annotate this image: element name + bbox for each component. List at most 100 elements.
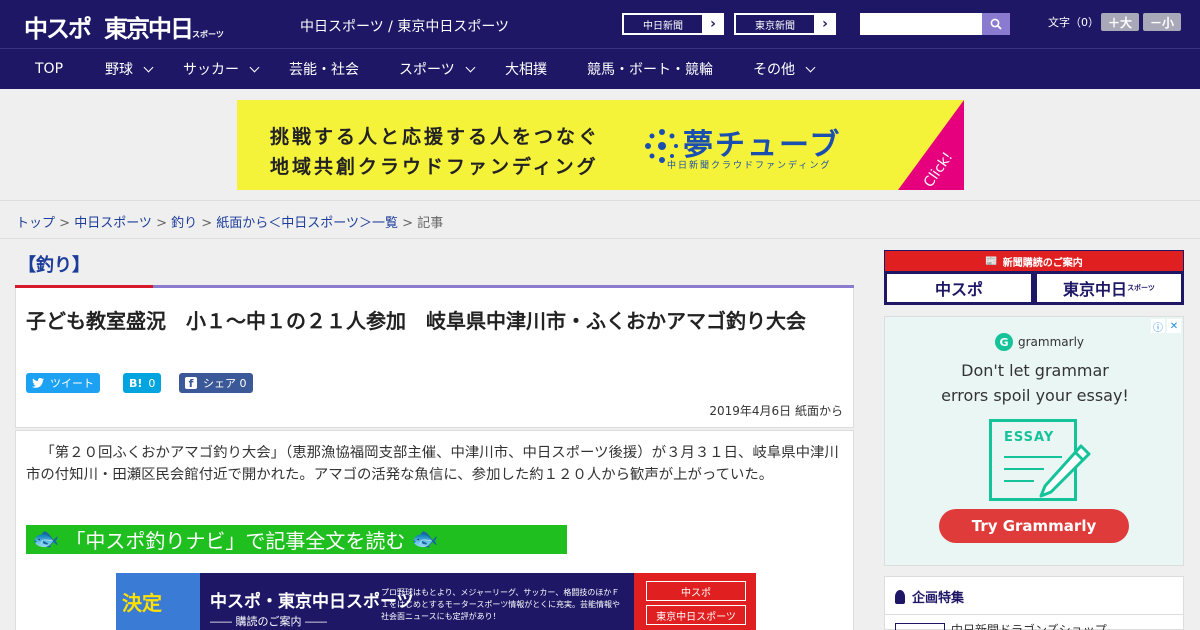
tweet-button[interactable]: ツイート xyxy=(26,373,100,393)
article-header: 子ども教室盛況 小１～中１の２１人参加 岐阜県中津川市・ふくおかアマゴ釣り大会 … xyxy=(15,288,854,428)
chevron-down-icon xyxy=(143,62,154,72)
nav-item-sumo[interactable]: 大相撲 xyxy=(505,49,547,89)
pin-icon xyxy=(895,589,905,604)
hatena-count: 0 xyxy=(148,376,156,390)
sub-banner-description: プロ野球はもとより、メジャーリーグ、サッカー、格闘技のほかＦ１をはじめとするモー… xyxy=(381,588,620,621)
ad-controls: ⓘ ✕ xyxy=(1151,319,1181,334)
banner-line-1: 挑戦する人と応援する人をつなぐ xyxy=(270,126,601,148)
subscription-box: 📰 新聞購読のご案内 中スポ 東京中日 スポーツ xyxy=(884,250,1184,305)
search-button[interactable] xyxy=(982,13,1010,35)
tweet-label: ツイート xyxy=(50,377,94,390)
site-title: 中日スポーツ / 東京中日スポーツ xyxy=(300,19,510,35)
pencil-icon xyxy=(1039,444,1091,498)
facebook-icon: f xyxy=(185,377,197,390)
ad-close-icon[interactable]: ✕ xyxy=(1167,319,1181,333)
nav-item-entertainment[interactable]: 芸能・社会 xyxy=(289,49,359,89)
search-icon xyxy=(990,18,1002,30)
grammarly-logo: G grammarly xyxy=(995,333,1084,351)
font-size-label: 文字（0） xyxy=(1048,16,1099,29)
main-nav: TOP 野球 サッカー 芸能・社会 スポーツ 大相撲 競馬・ボート・競輪 その他 xyxy=(0,48,1200,89)
nav-label: 競馬・ボート・競輪 xyxy=(587,62,713,78)
subscription-header: 📰 新聞購読のご案内 xyxy=(885,251,1183,271)
site-logo[interactable]: 中スポ 東京中日スポーツ xyxy=(24,9,224,44)
grammarly-ad[interactable]: ⓘ ✕ G grammarly Don't let grammar errors… xyxy=(884,316,1184,566)
breadcrumb-link-list[interactable]: 紙面から＜中日スポーツ＞一覧 xyxy=(216,216,398,231)
nav-label: サッカー xyxy=(183,62,239,78)
tokyo-chunichi-small: スポーツ xyxy=(1127,284,1155,292)
grammarly-g-icon: G xyxy=(995,333,1013,351)
facebook-share-button[interactable]: f シェア 0 xyxy=(179,373,253,393)
tokyo-shimbun-link[interactable]: 東京新聞 › xyxy=(734,13,836,35)
logo-tokyo-chunichi: 東京中日 xyxy=(104,15,194,43)
chevron-down-icon xyxy=(465,62,476,72)
feature-title-label: 企画特集 xyxy=(912,591,965,606)
nav-item-baseball[interactable]: 野球 xyxy=(105,49,154,89)
article-title: 子ども教室盛況 小１～中１の２１人参加 岐阜県中津川市・ふくおかアマゴ釣り大会 xyxy=(26,309,806,333)
feature-item-thumbnail[interactable] xyxy=(895,623,945,630)
fishing-navi-link[interactable]: 🐟 「中スポ釣りナビ」で記事全文を読む 🐟 xyxy=(26,525,567,554)
nav-item-top[interactable]: TOP xyxy=(35,49,63,89)
breadcrumb-bar: トップ > 中日スポーツ > 釣り > 紙面から＜中日スポーツ＞一覧 > 記事 xyxy=(0,200,1200,239)
article-text: 「第２０回ふくおかアマゴ釣り大会」（恵那漁協福岡支部主催、中津川市、中日スポーツ… xyxy=(26,445,839,483)
facebook-share-label: シェア xyxy=(203,377,236,390)
crowdfunding-banner[interactable]: 挑戦する人と応援する人をつなぐ 地域共創クラウドファンディング 夢チューブ 中日… xyxy=(237,100,964,190)
banner-line-2: 地域共創クラウドファンディング xyxy=(270,156,599,178)
thumb-text: 決定 xyxy=(122,591,162,615)
nav-label: スポーツ xyxy=(399,62,455,78)
sub-banner-tokyo-button[interactable]: 東京中日スポーツ xyxy=(646,605,746,625)
nav-label: 野球 xyxy=(105,62,133,78)
breadcrumb-current: 記事 xyxy=(417,216,444,231)
nav-item-soccer[interactable]: サッカー xyxy=(183,49,260,89)
nav-item-racing[interactable]: 競馬・ボート・競輪 xyxy=(587,49,713,89)
feature-box: 企画特集 中日新聞ドラゴンズショップ xyxy=(884,576,1184,630)
publish-date: 2019年4月6日 紙面から xyxy=(709,404,843,418)
nav-item-other[interactable]: その他 xyxy=(753,49,816,89)
chunichi-shimbun-link[interactable]: 中日新聞 › xyxy=(622,13,724,35)
hatena-bookmark-button[interactable]: B! 0 xyxy=(123,373,162,393)
font-larger-button[interactable]: ＋大 xyxy=(1101,13,1139,31)
chevron-right-icon: › xyxy=(822,16,828,32)
subscription-header-label: 新聞購読のご案内 xyxy=(1002,257,1083,269)
logo-sports-small: スポーツ xyxy=(192,30,224,39)
top-header: 中スポ 東京中日スポーツ 中日スポーツ / 東京中日スポーツ 中日新聞 › 東京新… xyxy=(0,0,1200,48)
feature-divider xyxy=(885,614,1183,615)
tokyo-chunichi-label: 東京中日 xyxy=(1063,280,1128,299)
chunichi-shimbun-label: 中日新聞 xyxy=(623,14,703,34)
twitter-icon xyxy=(32,378,44,388)
chevron-down-icon xyxy=(805,62,816,72)
fishing-navi-label: 「中スポ釣りナビ」で記事全文を読む xyxy=(65,529,406,553)
logo-chuspo: 中スポ xyxy=(24,15,92,43)
sub-banner-buttons: 中スポ 東京中日スポーツ xyxy=(634,573,756,630)
newspaper-icon: 📰 xyxy=(985,255,998,267)
fish-icon: 🐟 xyxy=(411,527,439,552)
doc-line xyxy=(1004,480,1034,482)
chuspo-subscribe-button[interactable]: 中スポ xyxy=(887,274,1031,302)
nav-label: その他 xyxy=(753,62,795,78)
banner-brand-sub: 中日新聞クラウドファンディング xyxy=(667,161,832,171)
feature-title: 企画特集 xyxy=(895,587,964,606)
facebook-share-count: 0 xyxy=(239,376,247,390)
feature-item-link[interactable]: 中日新聞ドラゴンズショップ xyxy=(951,621,1107,630)
tokyo-shimbun-label: 東京新聞 xyxy=(735,14,815,34)
nav-label: 大相撲 xyxy=(505,62,547,78)
category-label: 【釣り】 xyxy=(18,255,90,276)
breadcrumb-link-top[interactable]: トップ xyxy=(16,216,55,231)
ad-headline-1: Don't let grammar xyxy=(961,361,1109,380)
nav-item-sports[interactable]: スポーツ xyxy=(399,49,476,89)
main-column: 【釣り】 子ども教室盛況 小１～中１の２１人参加 岐阜県中津川市・ふくおかアマゴ… xyxy=(15,239,855,630)
nav-label: 芸能・社会 xyxy=(289,62,359,78)
ad-info-icon[interactable]: ⓘ xyxy=(1151,319,1165,334)
search-input[interactable] xyxy=(860,13,982,35)
nav-label: TOP xyxy=(35,61,64,77)
tokyo-chunichi-subscribe-button[interactable]: 東京中日 スポーツ xyxy=(1037,274,1181,302)
try-grammarly-button[interactable]: Try Grammarly xyxy=(939,509,1129,543)
font-smaller-button[interactable]: －小 xyxy=(1143,13,1181,31)
chevron-down-icon xyxy=(249,62,260,72)
sub-banner-chuspo-button[interactable]: 中スポ xyxy=(646,581,746,601)
breadcrumb-link-chuspo[interactable]: 中日スポーツ xyxy=(74,216,152,231)
subscription-banner[interactable]: 決定 中スポ・東京中日スポーツ ―― 購読のご案内 ―― プロ野球はもとより、メ… xyxy=(116,573,756,630)
hatena-icon: B! xyxy=(129,376,143,390)
article-body: 「第２０回ふくおかアマゴ釣り大会」（恵那漁協福岡支部主催、中津川市、中日スポーツ… xyxy=(15,430,854,630)
breadcrumb-link-fishing[interactable]: 釣り xyxy=(171,216,197,231)
ad-headline-2: errors spoil your essay! xyxy=(941,386,1129,405)
